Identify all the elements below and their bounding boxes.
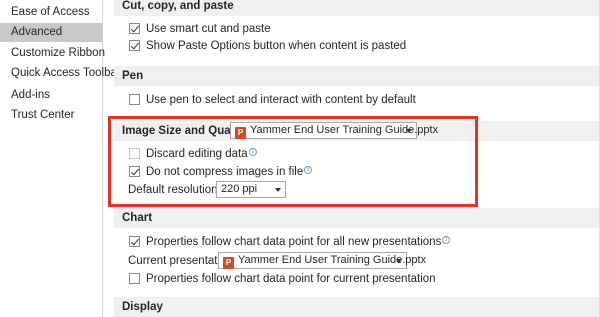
sidebar-item-ease-of-access[interactable]: Ease of Access <box>0 3 103 22</box>
paste-options-option[interactable]: Show Paste Options button when content i… <box>129 38 489 54</box>
advanced-options-panel: Cut, copy, and paste Use smart cut and p… <box>104 0 600 317</box>
follow-current-label: Properties follow chart data point for c… <box>146 273 436 285</box>
info-icon[interactable]: i <box>442 236 451 244</box>
image-size-quality-title: Image Size and Quality <box>122 125 248 137</box>
sidebar-item-add-ins[interactable]: Add-ins <box>0 86 103 105</box>
default-resolution-label: Default resolution:i <box>128 182 230 198</box>
image-size-file-dropdown[interactable]: P Yammer End User Training Guide.pptx <box>230 122 438 139</box>
discard-editing-label: Discard editing data i <box>146 146 257 162</box>
follow-current-option[interactable]: Properties follow chart data point for c… <box>129 271 489 287</box>
sidebar-item-advanced[interactable]: Advanced <box>0 23 103 42</box>
chevron-down-icon <box>406 129 412 133</box>
section-header-display: Display <box>114 297 600 317</box>
follow-all-label: Properties follow chart data point for a… <box>146 234 451 250</box>
info-icon[interactable]: i <box>304 166 313 174</box>
sidebar-item-trust-center[interactable]: Trust Center <box>0 106 103 125</box>
use-pen-option[interactable]: Use pen to select and interact with cont… <box>129 92 489 108</box>
powerpoint-file-icon: P <box>223 257 234 269</box>
chevron-down-icon <box>275 188 281 192</box>
smart-cut-paste-option[interactable]: Use smart cut and paste <box>129 21 429 37</box>
no-compress-label: Do not compress images in file i <box>146 164 313 180</box>
current-presentation-dropdown[interactable]: P Yammer End User Training Guide.pptx <box>218 252 426 269</box>
section-header-chart: Chart <box>114 208 600 228</box>
default-resolution-dropdown[interactable]: 220 ppi <box>216 181 286 198</box>
discard-editing-checkbox[interactable] <box>129 148 140 159</box>
follow-all-option[interactable]: Properties follow chart data point for a… <box>129 234 489 250</box>
no-compress-option[interactable]: Do not compress images in file i <box>129 164 369 180</box>
options-sidebar: Ease of Access Advanced Customize Ribbon… <box>0 0 121 317</box>
powerpoint-file-icon: P <box>235 127 246 139</box>
smart-cut-paste-checkbox[interactable] <box>129 23 140 34</box>
use-pen-checkbox[interactable] <box>129 94 140 105</box>
section-header-cut-copy-paste: Cut, copy, and paste <box>114 0 600 16</box>
section-header-pen: Pen <box>114 66 600 86</box>
paste-options-label: Show Paste Options button when content i… <box>146 40 407 52</box>
use-pen-label: Use pen to select and interact with cont… <box>146 94 416 106</box>
no-compress-checkbox[interactable] <box>129 166 140 177</box>
discard-editing-option[interactable]: Discard editing data i <box>129 146 329 162</box>
follow-current-checkbox[interactable] <box>129 273 140 284</box>
chevron-down-icon <box>396 259 402 263</box>
follow-all-checkbox[interactable] <box>129 236 140 247</box>
default-resolution-value: 220 ppi <box>221 183 258 195</box>
sidebar-item-customize-ribbon[interactable]: Customize Ribbon <box>0 44 105 63</box>
info-icon[interactable]: i <box>248 148 257 156</box>
paste-options-checkbox[interactable] <box>129 40 140 51</box>
sidebar-item-quick-access-toolbar[interactable]: Quick Access Toolbar <box>0 64 121 83</box>
smart-cut-paste-label: Use smart cut and paste <box>146 23 271 35</box>
